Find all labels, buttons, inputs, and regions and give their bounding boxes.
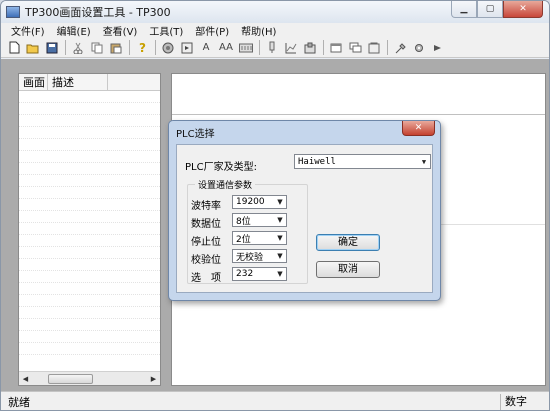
close-button[interactable]: ✕ [503,1,543,18]
app-icon [6,6,20,18]
scroll-thumb[interactable] [48,373,93,384]
screen-list-header: 画面 描述 [19,74,160,91]
paste-icon[interactable] [109,41,123,55]
menu-bar: 文件(F) 编辑(E) 查看(V) 工具(T) 部件(P) 帮助(H) [1,23,549,38]
stop-bits-select[interactable]: 2位 ▼ [232,231,287,245]
toolbar: ? A AA [1,38,549,58]
svg-text:?: ? [139,41,146,54]
chevron-down-icon[interactable]: ▼ [274,196,286,208]
window-title: TP300画面设置工具 - TP300 [25,6,171,19]
open-icon[interactable] [26,41,40,55]
menu-parts[interactable]: 部件(P) [195,23,229,38]
toolbar-separator [323,40,324,55]
status-numlock: 数字 [500,394,543,410]
switch-icon[interactable] [303,41,317,55]
text-icon[interactable]: A [199,41,213,55]
option-label: 选 项 [191,273,221,284]
screen-list-panel: 画面 描述 ◀ ▶ [18,73,161,386]
column-header-description[interactable]: 描述 [48,74,108,91]
scroll-right-icon[interactable]: ▶ [147,372,160,385]
scroll-left-icon[interactable]: ◀ [19,372,32,385]
frame-icon[interactable] [180,41,194,55]
dialog-close-button[interactable]: ✕ [402,121,435,136]
screen-list-body[interactable] [19,91,160,368]
copy-icon[interactable] [90,41,104,55]
save-icon[interactable] [45,41,59,55]
status-bar: 就绪 数字 [1,391,549,410]
baud-rate-label: 波特率 [191,201,221,212]
ok-button[interactable]: 确定 [316,234,380,251]
title-bar: TP300画面设置工具 - TP300 ▁ ▢ ✕ [1,1,549,23]
stop-bits-value: 2位 [236,234,251,245]
toolbar-separator [259,40,260,55]
plc-type-select[interactable]: Haiwell ▼ [294,154,431,169]
data-bits-value: 8位 [236,216,251,227]
data-bits-select[interactable]: 8位 ▼ [232,213,287,227]
dialog-title: PLC选择 [176,129,215,140]
caption-buttons: ▁ ▢ ✕ [451,1,543,18]
plc-select-dialog: PLC选择 ✕ PLC厂家及类型: Haiwell ▼ 设置通信参数 波特率 1… [168,120,441,301]
menu-tools[interactable]: 工具(T) [149,23,183,38]
menu-file[interactable]: 文件(F) [11,23,45,38]
gear-icon[interactable] [412,41,426,55]
chevron-down-icon[interactable]: ▼ [274,250,286,262]
window-icon[interactable] [329,41,343,55]
editor-divider [172,114,545,115]
lamp-icon[interactable] [265,41,279,55]
baud-rate-value: 19200 [236,197,265,207]
bitmap-icon[interactable] [367,41,381,55]
toolbar-separator [387,40,388,55]
parity-label: 校验位 [191,255,221,266]
chevron-down-icon[interactable]: ▼ [418,155,430,168]
chart-icon[interactable] [284,41,298,55]
plc-type-value: Haiwell [298,156,336,167]
circle-icon[interactable] [161,41,175,55]
maximize-button[interactable]: ▢ [477,1,503,18]
comm-params-title: 设置通信参数 [195,178,256,191]
option-value: 232 [236,269,254,279]
keypad-icon[interactable] [239,41,253,55]
parity-select[interactable]: 无校验 ▼ [232,249,287,263]
menu-edit[interactable]: 编辑(E) [57,23,91,38]
stop-bits-label: 停止位 [191,237,221,248]
data-bits-label: 数据位 [191,219,221,230]
new-icon[interactable] [7,41,21,55]
column-header-screen[interactable]: 画面 [19,74,48,91]
scroll-track[interactable] [32,373,147,385]
arrow-icon[interactable] [431,41,445,55]
dialog-body: PLC厂家及类型: Haiwell ▼ 设置通信参数 波特率 19200 ▼ 数… [176,144,433,293]
help-icon[interactable]: ? [135,41,149,55]
horizontal-scrollbar[interactable]: ◀ ▶ [19,371,160,385]
cut-icon[interactable] [71,41,85,55]
status-text: 就绪 [8,396,30,409]
toolbar-separator [155,40,156,55]
cancel-button[interactable]: 取消 [316,261,380,278]
menu-view[interactable]: 查看(V) [103,23,138,38]
toolbar-separator [129,40,130,55]
window-cascade-icon[interactable] [348,41,362,55]
toolbar-separator [65,40,66,55]
menu-help[interactable]: 帮助(H) [241,23,276,38]
chevron-down-icon[interactable]: ▼ [274,268,286,280]
plc-type-label: PLC厂家及类型: [185,162,257,173]
option-select[interactable]: 232 ▼ [232,267,287,281]
parity-value: 无校验 [236,252,264,263]
settings-icon[interactable] [393,41,407,55]
chevron-down-icon[interactable]: ▼ [274,232,286,244]
minimize-button[interactable]: ▁ [451,1,477,18]
baud-rate-select[interactable]: 19200 ▼ [232,195,287,209]
chevron-down-icon[interactable]: ▼ [274,214,286,226]
text-large-icon[interactable]: AA [218,41,234,55]
